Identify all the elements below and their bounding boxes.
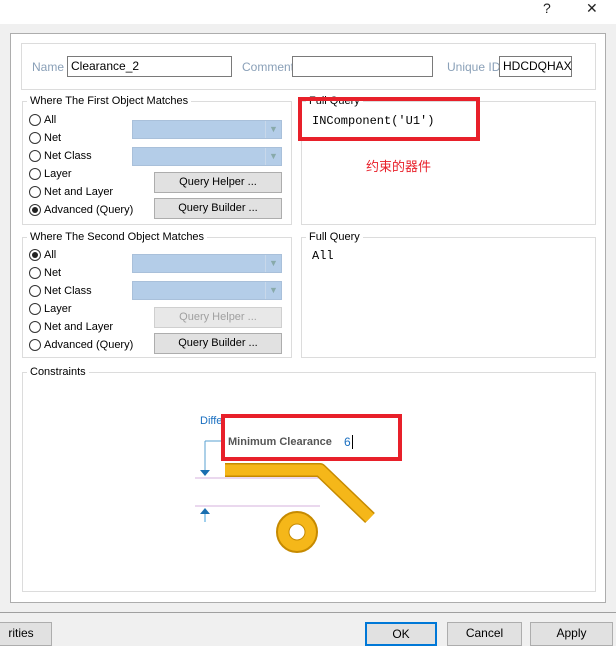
second-object-title: Where The Second Object Matches	[27, 231, 208, 243]
radio-label: Net and Layer	[44, 186, 114, 198]
annotation-text: 约束的器件	[366, 159, 432, 174]
chevron-down-icon: ▼	[265, 255, 281, 272]
chevron-down-icon: ▼	[265, 121, 281, 138]
footer-divider	[0, 612, 616, 613]
second-radio-layer[interactable]: Layer	[29, 303, 72, 315]
second-full-query: Full Query All	[301, 231, 596, 358]
first-radio-net-and-layer[interactable]: Net and Layer	[29, 186, 113, 198]
radio-label: All	[44, 249, 57, 261]
first-radio-net[interactable]: Net	[29, 132, 61, 144]
first-net-combo[interactable]: ▼	[132, 120, 282, 139]
first-object-title: Where The First Object Matches	[27, 95, 192, 107]
second-radio-net-and-layer[interactable]: Net and Layer	[29, 321, 113, 333]
comment-label: Comment	[242, 60, 295, 74]
radio-selected-icon	[29, 249, 41, 261]
first-radio-advanced[interactable]: Advanced (Query)	[29, 204, 133, 216]
radio-icon	[29, 303, 41, 315]
first-radio-net-class[interactable]: Net Class	[29, 150, 92, 162]
name-input[interactable]: Clearance_2	[67, 56, 232, 77]
title-bar: ? ✕	[0, 0, 616, 24]
first-object-group: Where The First Object Matches All Net N…	[22, 95, 292, 225]
first-radio-layer[interactable]: Layer	[29, 168, 72, 180]
radio-icon	[29, 285, 41, 297]
full-query-title: Full Query	[306, 231, 363, 243]
second-radio-all[interactable]: All	[29, 249, 56, 261]
radio-label: Net	[44, 267, 62, 279]
cancel-button[interactable]: Cancel	[447, 622, 522, 646]
second-query-helper-button[interactable]: Query Helper ...	[154, 307, 282, 328]
close-button[interactable]: ✕	[586, 0, 598, 17]
radio-label: Layer	[44, 168, 72, 180]
highlight-box	[221, 414, 402, 461]
constraints-title: Constraints	[27, 366, 89, 378]
second-radio-net-class[interactable]: Net Class	[29, 285, 92, 297]
radio-icon	[29, 168, 41, 180]
unique-id-label: Unique ID	[447, 60, 501, 74]
unique-id-input[interactable]: HDCDQHAX	[499, 56, 572, 77]
radio-label: All	[44, 114, 57, 126]
radio-icon	[29, 114, 41, 126]
first-radio-all[interactable]: All	[29, 114, 56, 126]
second-radio-net[interactable]: Net	[29, 267, 61, 279]
arrow-up-icon	[200, 508, 210, 514]
radio-icon	[29, 267, 41, 279]
first-query-builder-button[interactable]: Query Builder ...	[154, 198, 282, 219]
radio-label: Net and Layer	[44, 321, 114, 333]
radio-label: Net Class	[44, 150, 92, 162]
arrow-down-icon	[200, 470, 210, 476]
second-radio-advanced[interactable]: Advanced (Query)	[29, 339, 133, 351]
radio-label: Advanced (Query)	[44, 204, 134, 216]
ok-button[interactable]: OK	[365, 622, 437, 646]
radio-label: Net Class	[44, 285, 92, 297]
second-query-text: All	[312, 249, 334, 263]
comment-input[interactable]	[292, 56, 433, 77]
radio-label: Advanced (Query)	[44, 339, 134, 351]
first-netclass-combo[interactable]: ▼	[132, 147, 282, 166]
chevron-down-icon: ▼	[265, 282, 281, 299]
second-net-combo[interactable]: ▼	[132, 254, 282, 273]
radio-icon	[29, 339, 41, 351]
apply-button[interactable]: Apply	[530, 622, 613, 646]
name-label: Name	[32, 60, 65, 74]
second-query-builder-button[interactable]: Query Builder ...	[154, 333, 282, 354]
second-object-group: Where The Second Object Matches All Net …	[22, 231, 292, 358]
second-netclass-combo[interactable]: ▼	[132, 281, 282, 300]
radio-icon	[29, 150, 41, 162]
radio-label: Net	[44, 132, 62, 144]
radio-icon	[29, 132, 41, 144]
pad-hole	[288, 523, 306, 541]
first-query-helper-button[interactable]: Query Helper ...	[154, 172, 282, 193]
track	[225, 464, 374, 522]
radio-icon	[29, 321, 41, 333]
radio-selected-icon	[29, 204, 41, 216]
name-section: Name Clearance_2 Comment Unique ID HDCDQ…	[21, 43, 596, 90]
priorities-button[interactable]: rities	[0, 622, 52, 646]
highlight-box	[298, 97, 480, 141]
chevron-down-icon: ▼	[265, 148, 281, 165]
help-button[interactable]: ?	[543, 0, 551, 16]
radio-label: Layer	[44, 303, 72, 315]
radio-icon	[29, 186, 41, 198]
